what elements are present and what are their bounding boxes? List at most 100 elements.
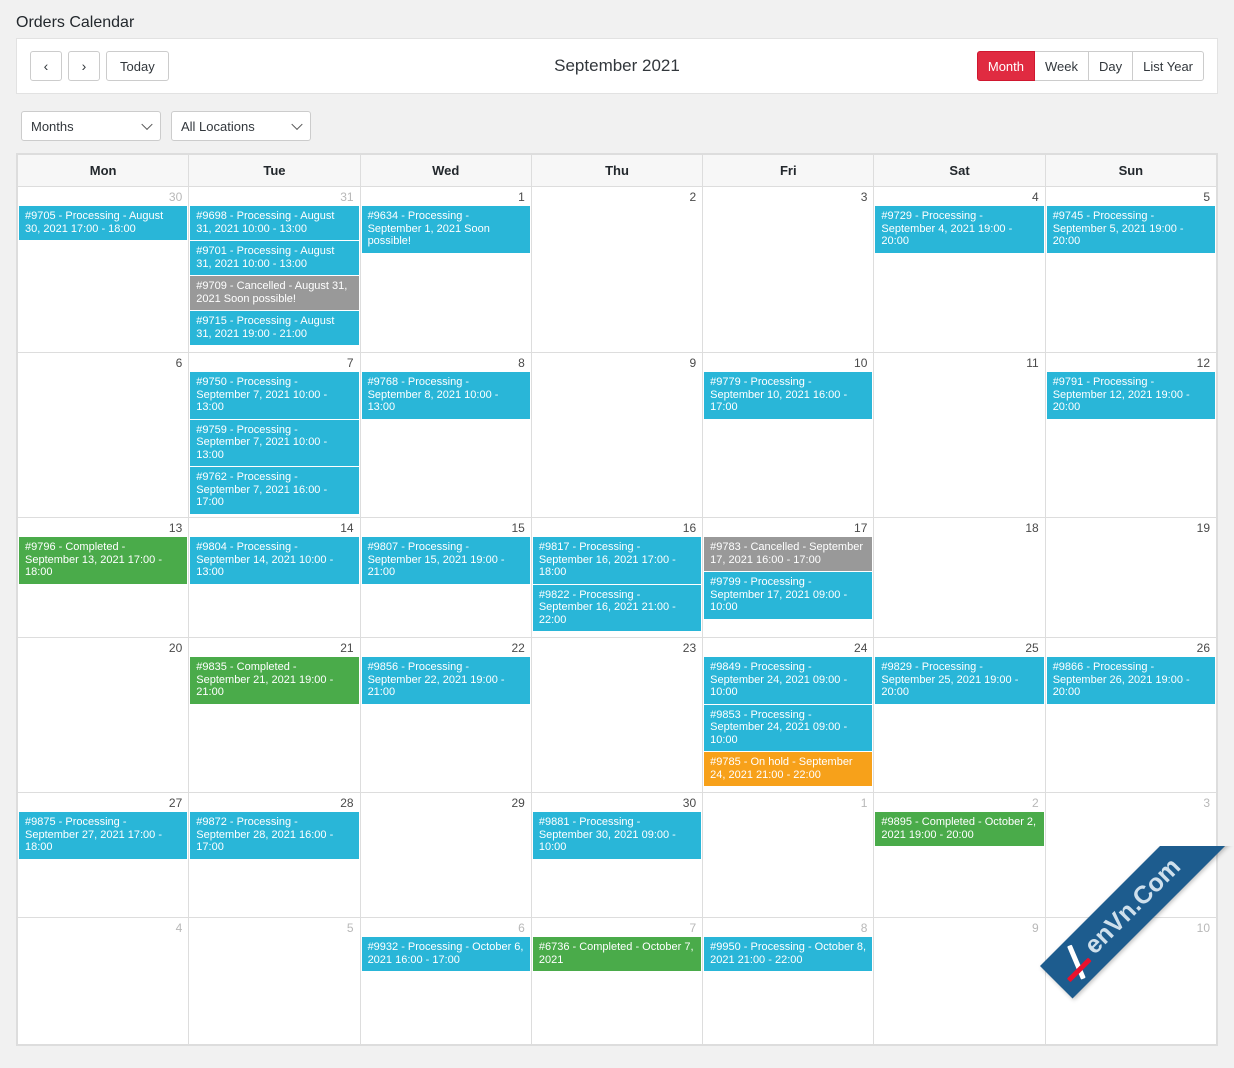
calendar-event[interactable]: #9799 - Processing - September 17, 2021 … <box>704 572 873 619</box>
calendar-day-cell[interactable]: 1 <box>702 792 875 918</box>
calendar-day-cell[interactable]: 24 #9849 - Processing - September 24, 202… <box>702 637 875 793</box>
calendar-event[interactable]: #9895 - Completed - October 2, 2021 19:0… <box>875 812 1044 846</box>
calendar-event[interactable]: #9835 - Completed - September 21, 2021 1… <box>190 657 359 704</box>
calendar-event[interactable]: #9796 - Completed - September 13, 2021 1… <box>19 537 188 584</box>
prev-month-button[interactable]: ‹ <box>30 51 62 81</box>
calendar-event[interactable]: #9804 - Processing - September 14, 2021 … <box>190 537 359 584</box>
calendar-event[interactable]: #9705 - Processing - August 30, 2021 17:… <box>19 206 188 240</box>
calendar-event[interactable]: #9829 - Processing - September 25, 2021 … <box>875 657 1044 704</box>
calendar-day-cell[interactable]: 3 <box>702 186 875 353</box>
calendar-event[interactable]: #9807 - Processing - September 15, 2021 … <box>361 537 530 584</box>
calendar-event[interactable]: #9745 - Processing - September 5, 2021 1… <box>1046 206 1215 253</box>
calendar-event[interactable]: #9872 - Processing - September 28, 2021 … <box>190 812 359 859</box>
calendar-day-cell[interactable]: 7 #9750 - Processing - September 7, 2021 … <box>188 352 361 518</box>
calendar-day-cell[interactable]: 11 <box>873 352 1046 518</box>
calendar-event[interactable]: #9768 - Processing - September 8, 2021 1… <box>361 372 530 419</box>
calendar-event[interactable]: #9783 - Cancelled - September 17, 2021 1… <box>704 537 873 571</box>
calendar-event[interactable]: #9856 - Processing - September 22, 2021 … <box>361 657 530 704</box>
day-number: 25 <box>1025 641 1039 655</box>
calendar-day-cell[interactable]: 12 #9791 - Processing - September 12, 202… <box>1044 352 1218 518</box>
calendar-event[interactable]: #9715 - Processing - August 31, 2021 19:… <box>190 311 359 345</box>
day-events: #9783 - Cancelled - September 17, 2021 1… <box>703 537 873 619</box>
location-select[interactable]: All Locations <box>171 111 311 141</box>
period-select[interactable]: Months <box>21 111 161 141</box>
calendar-day-cell[interactable]: 19 <box>1044 517 1218 638</box>
day-events: #9779 - Processing - September 10, 2021 … <box>703 372 873 419</box>
calendar-day-cell[interactable]: 30 #9705 - Processing - August 30, 2021 1… <box>16 186 190 353</box>
calendar-event[interactable]: #9853 - Processing - September 24, 2021 … <box>704 704 873 751</box>
calendar-event[interactable]: #9817 - Processing - September 16, 2021 … <box>532 537 702 584</box>
day-events: #9835 - Completed - September 21, 2021 1… <box>189 657 359 704</box>
calendar-day-cell[interactable]: 21 #9835 - Completed - September 21, 2021… <box>188 637 361 793</box>
calendar-day-cell[interactable]: 15 #9807 - Processing - September 15, 202… <box>359 517 532 638</box>
calendar-day-cell[interactable]: 9 <box>873 917 1046 1045</box>
day-number: 1 <box>518 190 525 204</box>
calendar-day-cell[interactable]: 18 <box>873 517 1046 638</box>
calendar-event[interactable]: #9849 - Processing - September 24, 2021 … <box>704 657 873 704</box>
calendar-day-cell[interactable]: 30 #9881 - Processing - September 30, 202… <box>530 792 704 918</box>
calendar-event[interactable]: #9875 - Processing - September 27, 2021 … <box>19 812 188 859</box>
today-button[interactable]: Today <box>106 51 169 81</box>
calendar-day-cell[interactable]: 2 <box>530 186 704 353</box>
calendar-day-cell[interactable]: 6 #9932 - Processing - October 6, 2021 16… <box>359 917 532 1045</box>
calendar-day-cell[interactable]: 16 #9817 - Processing - September 16, 202… <box>530 517 704 638</box>
calendar-event[interactable]: #9698 - Processing - August 31, 2021 10:… <box>190 206 359 240</box>
calendar-day-cell[interactable]: 20 <box>16 637 190 793</box>
calendar-day-cell[interactable]: 4 #9729 - Processing - September 4, 2021 … <box>873 186 1046 353</box>
calendar-event[interactable]: #9729 - Processing - September 4, 2021 1… <box>875 206 1044 253</box>
calendar-event[interactable]: #9634 - Processing - September 1, 2021 S… <box>361 206 530 253</box>
calendar-day-cell[interactable]: 10 #9779 - Processing - September 10, 202… <box>702 352 875 518</box>
calendar-day-cell[interactable]: 31 #9698 - Processing - August 31, 2021 1… <box>188 186 361 353</box>
calendar-day-cell[interactable]: 14 #9804 - Processing - September 14, 202… <box>188 517 361 638</box>
calendar-day-cell[interactable]: 25 #9829 - Processing - September 25, 202… <box>873 637 1046 793</box>
calendar-day-cell[interactable]: 5 <box>188 917 361 1045</box>
calendar-day-cell[interactable]: 4 <box>16 917 190 1045</box>
calendar-day-cell[interactable]: 23 <box>530 637 704 793</box>
calendar-event[interactable]: #9950 - Processing - October 8, 2021 21:… <box>704 937 873 971</box>
calendar-day-cell[interactable]: 29 <box>359 792 532 918</box>
calendar-day-cell[interactable]: 26 #9866 - Processing - September 26, 202… <box>1044 637 1218 793</box>
view-button-day[interactable]: Day <box>1088 51 1134 81</box>
calendar-day-cell[interactable]: 8 #9768 - Processing - September 8, 2021 … <box>359 352 532 518</box>
calendar-day-cell[interactable]: 28 #9872 - Processing - September 28, 202… <box>188 792 361 918</box>
day-number: 4 <box>1032 190 1039 204</box>
day-number: 7 <box>689 921 697 935</box>
calendar-event[interactable]: #9822 - Processing - September 16, 2021 … <box>532 584 702 631</box>
calendar-event[interactable]: #9701 - Processing - August 31, 2021 10:… <box>190 241 359 275</box>
calendar-event[interactable]: #9881 - Processing - September 30, 2021 … <box>532 812 702 859</box>
view-button-week[interactable]: Week <box>1034 51 1089 81</box>
view-button-month[interactable]: Month <box>976 51 1035 81</box>
calendar-event[interactable]: #9709 - Cancelled - August 31, 2021 Soon… <box>190 276 359 310</box>
calendar-day-cell[interactable]: 10 <box>1044 917 1218 1045</box>
calendar-day-cell[interactable]: 22 #9856 - Processing - September 22, 202… <box>359 637 532 793</box>
day-number: 30 <box>682 796 697 810</box>
calendar-event[interactable]: #6736 - Completed - October 7, 2021 <box>532 937 702 971</box>
day-events: #9750 - Processing - September 7, 2021 1… <box>189 372 359 514</box>
view-button-list-year[interactable]: List Year <box>1132 51 1204 81</box>
calendar-day-cell[interactable]: 1 #9634 - Processing - September 1, 2021 … <box>359 186 532 353</box>
calendar-day-cell[interactable]: 27 #9875 - Processing - September 27, 202… <box>16 792 190 918</box>
day-events: #9804 - Processing - September 14, 2021 … <box>189 537 359 584</box>
calendar-event[interactable]: #9791 - Processing - September 12, 2021 … <box>1046 372 1215 419</box>
calendar-day-cell[interactable]: 9 <box>530 352 704 518</box>
calendar-event[interactable]: #9779 - Processing - September 10, 2021 … <box>704 372 873 419</box>
calendar-event[interactable]: #9932 - Processing - October 6, 2021 16:… <box>361 937 530 971</box>
day-number: 10 <box>1196 921 1210 935</box>
next-month-button[interactable]: › <box>68 51 100 81</box>
calendar-event[interactable]: #9762 - Processing - September 7, 2021 1… <box>190 467 359 514</box>
day-number: 6 <box>518 921 525 935</box>
calendar-day-cell[interactable]: 2 #9895 - Completed - October 2, 2021 19:… <box>873 792 1046 918</box>
calendar-week-row: 4 5 6 #9932 - Processing - October 6, 2021 … <box>16 917 1218 1045</box>
calendar-day-cell[interactable]: 13 #9796 - Completed - September 13, 2021… <box>16 517 190 638</box>
calendar-day-cell[interactable]: 7 #6736 - Completed - October 7, 2021 <box>530 917 704 1045</box>
calendar-event[interactable]: #9759 - Processing - September 7, 2021 1… <box>190 419 359 466</box>
calendar-day-cell[interactable]: 5 #9745 - Processing - September 5, 2021 … <box>1044 186 1218 353</box>
calendar-day-cell[interactable]: 3 <box>1044 792 1218 918</box>
calendar-day-cell[interactable]: 6 <box>16 352 190 518</box>
calendar-day-cell[interactable]: 8 #9950 - Processing - October 8, 2021 21… <box>702 917 875 1045</box>
calendar-day-cell[interactable]: 17 #9783 - Cancelled - September 17, 2021… <box>702 517 875 638</box>
calendar-event[interactable]: #9750 - Processing - September 7, 2021 1… <box>190 372 359 419</box>
calendar-event[interactable]: #9785 - On hold - September 24, 2021 21:… <box>704 752 873 786</box>
day-events: #9768 - Processing - September 8, 2021 1… <box>361 372 531 419</box>
calendar-event[interactable]: #9866 - Processing - September 26, 2021 … <box>1046 657 1215 704</box>
